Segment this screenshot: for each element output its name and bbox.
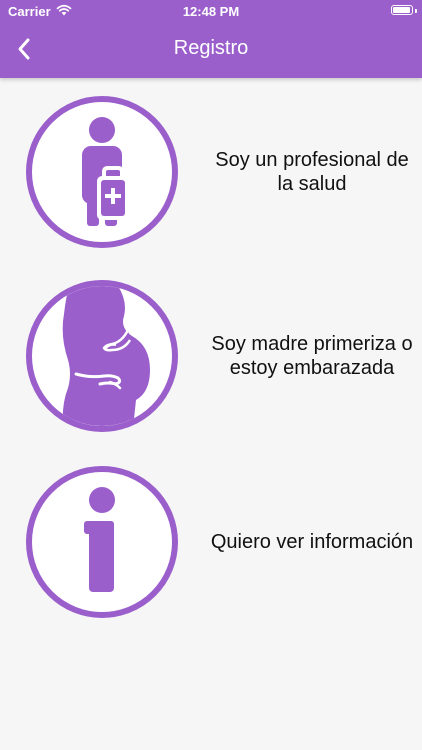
option-information[interactable]: Quiero ver información [0,464,422,620]
battery-cap [415,9,417,13]
battery-icon [391,5,413,15]
navigation-bar: Registro [0,22,422,78]
back-button[interactable] [10,34,38,64]
clock: 12:48 PM [182,4,240,19]
health-professional-icon [26,96,178,248]
info-icon [26,466,178,618]
option-label: Quiero ver información [210,531,414,553]
battery-level [393,7,411,13]
chevron-left-icon [18,38,30,60]
option-label: Soy un profesional de la salud [215,149,409,195]
header: Carrier 12:48 PM Registro [0,0,422,78]
page-title: Registro [173,37,249,59]
status-bar: Carrier 12:48 PM [0,0,422,22]
pregnant-woman-icon [26,280,178,432]
option-label: Soy madre primeriza o estoy embarazada [211,333,413,379]
option-pregnant[interactable]: Soy madre primeriza o estoy embarazada [0,278,422,434]
option-health-professional[interactable]: Soy un profesional de la salud [0,94,422,250]
